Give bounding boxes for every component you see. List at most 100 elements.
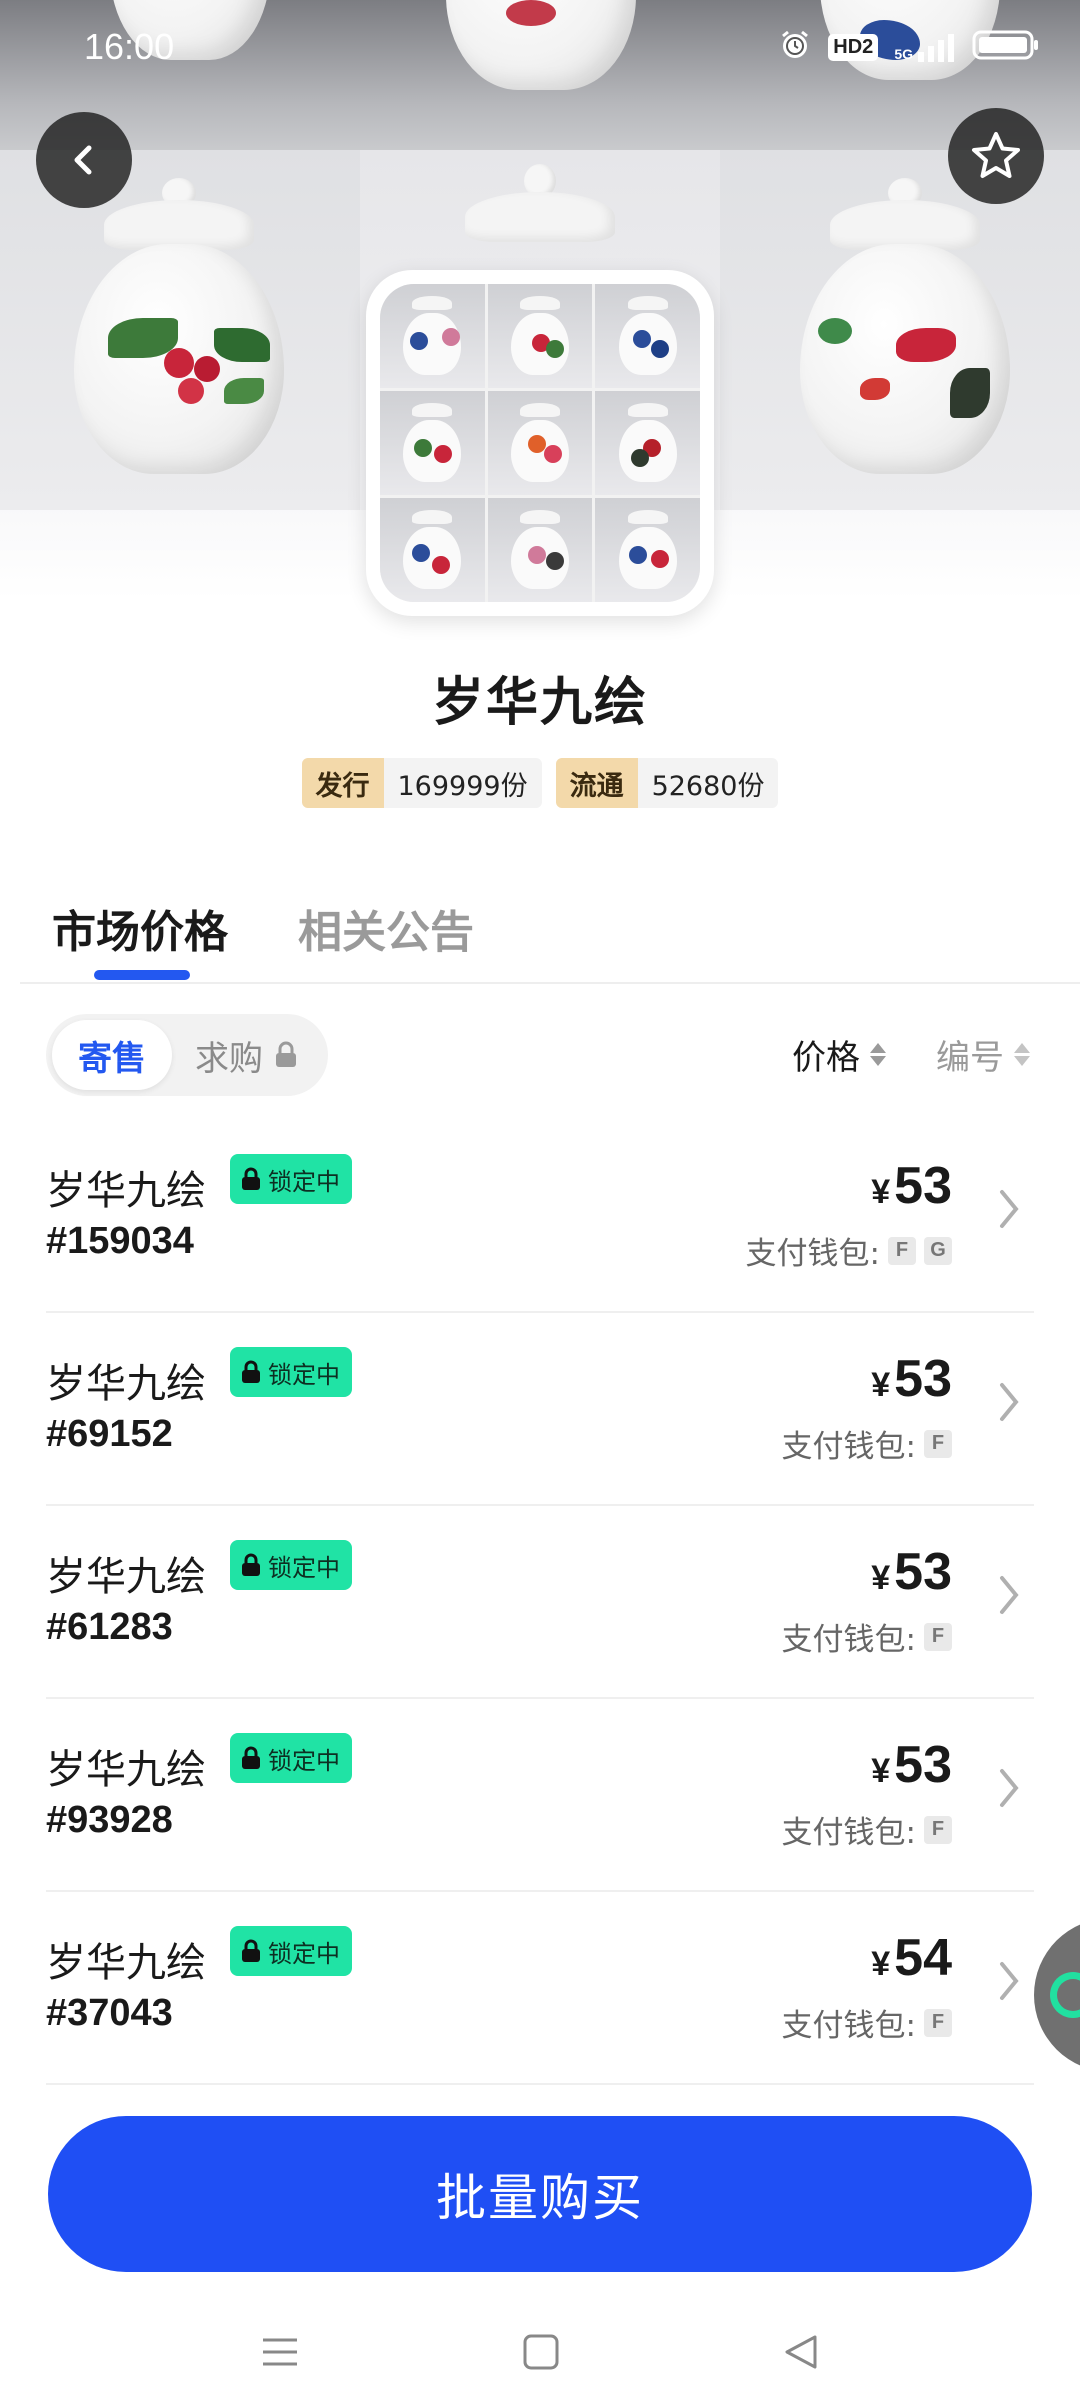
chevron-right-icon (1000, 1190, 1019, 1228)
chevron-left-icon (74, 145, 92, 175)
floating-assistant-button[interactable] (1034, 1918, 1080, 2072)
tab-bar: 市场价格 相关公告 (52, 896, 474, 960)
bulk-buy-button[interactable]: 批量购买 (48, 2116, 1032, 2272)
payment-wallets: 支付钱包: F (782, 1421, 952, 1466)
listing-serial: #61283 (46, 1606, 173, 1648)
home-square-icon (523, 2334, 559, 2370)
segment-sell[interactable]: 寄售 (52, 1020, 172, 1090)
listing-price: ¥ 53 (871, 1349, 952, 1409)
sort-price-label: 价格 (792, 1038, 860, 1078)
hd-voice-icon: HD2 (828, 33, 879, 61)
currency-symbol: ¥ (871, 1173, 891, 1211)
wallet-chip: F (924, 1429, 952, 1458)
locked-badge: 锁定中 (230, 1347, 352, 1397)
price-amount: 53 (894, 1543, 952, 1601)
active-tab-indicator (94, 970, 190, 980)
back-nav-button[interactable] (781, 2332, 821, 2376)
locked-badge-label: 锁定中 (268, 1360, 340, 1389)
price-amount: 53 (894, 1157, 952, 1215)
payment-wallets: 支付钱包: F G (746, 1228, 952, 1273)
issue-label: 发行 (301, 758, 384, 808)
assistant-ring-icon (1050, 1972, 1080, 2018)
back-triangle-icon (785, 2335, 817, 2369)
listing-serial: #37043 (46, 1992, 173, 2034)
listing-serial: #159034 (46, 1220, 194, 1262)
chevron-right-icon (1000, 1962, 1019, 2000)
issue-value: 169999份 (383, 758, 542, 808)
home-nav-button[interactable] (521, 2332, 561, 2376)
sort-number-label: 编号 (936, 1038, 1004, 1078)
status-icons: HD2 5G (778, 28, 1040, 66)
locked-badge-label: 锁定中 (268, 1939, 340, 1968)
listing-serial: #93928 (46, 1799, 173, 1841)
wallet-label: 支付钱包: (781, 1815, 916, 1851)
collection-stats: 发行 169999份 流通 52680份 (0, 758, 1080, 808)
circulation-value: 52680份 (637, 758, 779, 808)
payment-wallets: 支付钱包: F (782, 2000, 952, 2045)
segment-buy-request[interactable]: 求购 (172, 1020, 322, 1090)
circulation-label: 流通 (555, 758, 638, 808)
locked-badge-label: 锁定中 (268, 1553, 340, 1582)
wallet-label: 支付钱包: (781, 2008, 916, 2044)
lock-icon (242, 1167, 260, 1190)
sort-by-price[interactable]: 价格 (792, 1030, 886, 1079)
locked-badge-label: 锁定中 (268, 1746, 340, 1775)
favorite-button[interactable] (948, 108, 1044, 204)
lock-icon (242, 1553, 260, 1576)
listing-row[interactable]: 岁华九绘 锁定中 #159034 ¥ 53 支付钱包: F G (46, 1120, 1034, 1313)
sort-arrows-icon (1014, 1043, 1030, 1066)
vase-photo-right (720, 150, 1080, 510)
currency-symbol: ¥ (871, 1559, 891, 1597)
wallet-chip: F (924, 1815, 952, 1844)
listing-row[interactable]: 岁华九绘 锁定中 #61283 ¥ 53 支付钱包: F (46, 1506, 1034, 1699)
wallet-chip: F (924, 1622, 952, 1651)
tab-announcements[interactable]: 相关公告 (298, 896, 474, 960)
back-button[interactable] (36, 112, 132, 208)
price-amount: 53 (894, 1736, 952, 1794)
listing-serial: #69152 (46, 1413, 173, 1455)
locked-badge: 锁定中 (230, 1733, 352, 1783)
currency-symbol: ¥ (871, 1945, 891, 1983)
listing-type-toggle: 寄售 求购 (46, 1014, 328, 1096)
vase-photo-left (0, 150, 360, 510)
wallet-label: 支付钱包: (781, 1622, 916, 1658)
listing-price: ¥ 53 (871, 1735, 952, 1795)
listing-row[interactable]: 岁华九绘 锁定中 #93928 ¥ 53 支付钱包: F (46, 1699, 1034, 1892)
listing-name: 岁华九绘 (46, 1747, 206, 1793)
listing-price: ¥ 54 (871, 1928, 952, 1988)
collection-thumbnail (366, 270, 714, 616)
price-amount: 54 (894, 1929, 952, 1987)
listing-name: 岁华九绘 (46, 1940, 206, 1986)
collection-title: 岁华九绘 (431, 673, 648, 733)
currency-symbol: ¥ (871, 1366, 891, 1404)
listing-row[interactable]: 岁华九绘 锁定中 #69152 ¥ 53 支付钱包: F (46, 1313, 1034, 1506)
currency-symbol: ¥ (871, 1752, 891, 1790)
payment-wallets: 支付钱包: F (782, 1807, 952, 1852)
price-amount: 53 (894, 1350, 952, 1408)
sort-arrows-icon (870, 1043, 886, 1066)
alarm-icon (778, 28, 812, 66)
system-navigation-bar (0, 2300, 1080, 2408)
payment-wallets: 支付钱包: F (782, 1614, 952, 1659)
chevron-right-icon (1000, 1576, 1019, 1614)
tab-market-price[interactable]: 市场价格 (52, 896, 228, 960)
locked-badge-label: 锁定中 (268, 1167, 340, 1196)
lock-icon (276, 1041, 296, 1067)
listing-name: 岁华九绘 (46, 1554, 206, 1600)
lock-icon (242, 1360, 260, 1383)
wallet-chip: F (924, 2008, 952, 2037)
circulation-stat: 流通 52680份 (555, 758, 779, 808)
listing-price: ¥ 53 (871, 1542, 952, 1602)
sort-by-number[interactable]: 编号 (936, 1030, 1030, 1079)
status-time: 16:00 (84, 26, 175, 67)
lock-icon (242, 1939, 260, 1962)
wallet-label: 支付钱包: (745, 1236, 880, 1272)
listing-row[interactable]: 岁华九绘 锁定中 #37043 ¥ 54 支付钱包: F (46, 1892, 1034, 2085)
listing-list: 岁华九绘 锁定中 #159034 ¥ 53 支付钱包: F G 岁华九绘 锁定中… (46, 1120, 1034, 2085)
chevron-right-icon (1000, 1383, 1019, 1421)
wallet-chip: F (888, 1236, 916, 1265)
menu-nav-button[interactable] (259, 2332, 301, 2376)
listing-price: ¥ 53 (871, 1156, 952, 1216)
lock-icon (242, 1746, 260, 1769)
tabs-divider (20, 982, 1080, 984)
